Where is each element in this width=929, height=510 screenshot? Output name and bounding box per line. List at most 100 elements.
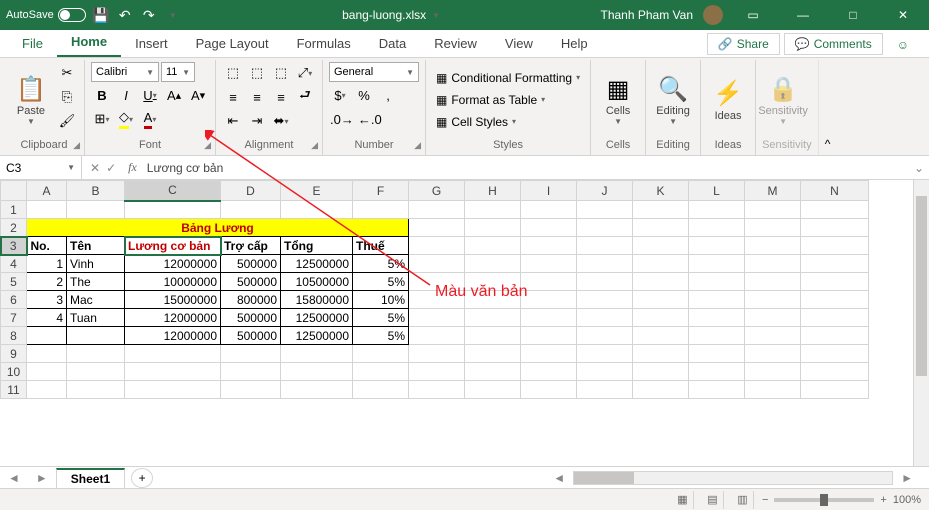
tab-view[interactable]: View [491, 30, 547, 57]
cell-G2[interactable] [409, 219, 465, 237]
bold-button[interactable]: B [91, 84, 113, 106]
cell-E7[interactable]: 12500000 [281, 309, 353, 327]
filename-dropdown-icon[interactable]: ▼ [432, 11, 440, 20]
tab-help[interactable]: Help [547, 30, 602, 57]
cell-H8[interactable] [465, 327, 521, 345]
row-header-3[interactable]: 3 [1, 237, 27, 255]
accounting-format-icon[interactable]: $▾ [329, 84, 351, 106]
cell-M9[interactable] [745, 345, 801, 363]
cell-M2[interactable] [745, 219, 801, 237]
cell-E8[interactable]: 12500000 [281, 327, 353, 345]
cell-K11[interactable] [633, 381, 689, 399]
cell-K10[interactable] [633, 363, 689, 381]
cell-J9[interactable] [577, 345, 633, 363]
cell-B6[interactable]: Mac [67, 291, 125, 309]
cell-B10[interactable] [67, 363, 125, 381]
cell-K5[interactable] [633, 273, 689, 291]
toggle-off-icon[interactable] [58, 8, 86, 22]
cell-F7[interactable]: 5% [353, 309, 409, 327]
zoom-out-icon[interactable]: − [762, 494, 768, 506]
page-break-view-icon[interactable]: ▥ [732, 491, 754, 509]
cell-L4[interactable] [689, 255, 745, 273]
cell-F10[interactable] [353, 363, 409, 381]
merge-center-icon[interactable]: ⬌▾ [270, 110, 292, 132]
cell-E5[interactable]: 10500000 [281, 273, 353, 291]
cell-G3[interactable] [409, 237, 465, 255]
tab-home[interactable]: Home [57, 28, 121, 57]
increase-font-icon[interactable]: A▴ [163, 84, 185, 106]
cell-C3[interactable]: Lương cơ bản [125, 237, 221, 255]
cell-I10[interactable] [521, 363, 577, 381]
clipboard-launcher-icon[interactable]: ◢ [73, 140, 80, 151]
cell-J10[interactable] [577, 363, 633, 381]
cell-M6[interactable] [745, 291, 801, 309]
cell-K3[interactable] [633, 237, 689, 255]
vertical-scrollbar[interactable] [913, 180, 929, 466]
font-size-combo[interactable]: 11▼ [161, 62, 195, 82]
cell-M7[interactable] [745, 309, 801, 327]
cell-A11[interactable] [27, 381, 67, 399]
zoom-slider[interactable] [774, 498, 874, 502]
cell-E10[interactable] [281, 363, 353, 381]
cell-D9[interactable] [221, 345, 281, 363]
cell-J4[interactable] [577, 255, 633, 273]
cell-F3[interactable]: Thuế [353, 237, 409, 255]
row-header-5[interactable]: 5 [1, 273, 27, 291]
cell-E9[interactable] [281, 345, 353, 363]
cell-B5[interactable]: The [67, 273, 125, 291]
cell-N3[interactable] [801, 237, 869, 255]
cell-H11[interactable] [465, 381, 521, 399]
cell-M11[interactable] [745, 381, 801, 399]
align-top-icon[interactable]: ⬚ [222, 62, 244, 84]
cell-A9[interactable] [27, 345, 67, 363]
cell-C6[interactable]: 15000000 [125, 291, 221, 309]
cell-H3[interactable] [465, 237, 521, 255]
align-right-icon[interactable]: ≡ [270, 86, 292, 108]
tab-insert[interactable]: Insert [121, 30, 182, 57]
cell-A4[interactable]: 1 [27, 255, 67, 273]
cell-styles-button[interactable]: ▦Cell Styles▾ [432, 113, 584, 131]
percent-format-icon[interactable]: % [353, 84, 375, 106]
name-box[interactable]: C3▼ [0, 156, 82, 179]
cell-L5[interactable] [689, 273, 745, 291]
cell-M10[interactable] [745, 363, 801, 381]
fx-icon[interactable]: fx [124, 160, 141, 175]
cell-H1[interactable] [465, 201, 521, 219]
sheet-nav-next-icon[interactable]: ► [28, 471, 56, 485]
cell-N11[interactable] [801, 381, 869, 399]
cell-C9[interactable] [125, 345, 221, 363]
cell-A10[interactable] [27, 363, 67, 381]
format-painter-icon[interactable]: 🖌 [56, 110, 78, 132]
cell-L10[interactable] [689, 363, 745, 381]
increase-indent-icon[interactable]: ⇥ [246, 110, 268, 132]
cell-B4[interactable]: Vinh [67, 255, 125, 273]
cell-N10[interactable] [801, 363, 869, 381]
cell-C5[interactable]: 10000000 [125, 273, 221, 291]
zoom-in-icon[interactable]: + [880, 494, 886, 506]
cell-K9[interactable] [633, 345, 689, 363]
cell-I8[interactable] [521, 327, 577, 345]
cell-D8[interactable]: 500000 [221, 327, 281, 345]
cell-C11[interactable] [125, 381, 221, 399]
col-header-E[interactable]: E [281, 181, 353, 201]
cell-A3[interactable]: No. [27, 237, 67, 255]
col-header-C[interactable]: C [125, 181, 221, 201]
cell-B11[interactable] [67, 381, 125, 399]
italic-button[interactable]: I [115, 84, 137, 106]
col-header-K[interactable]: K [633, 181, 689, 201]
cell-M4[interactable] [745, 255, 801, 273]
cell-D6[interactable]: 800000 [221, 291, 281, 309]
cell-K1[interactable] [633, 201, 689, 219]
cell-A6[interactable]: 3 [27, 291, 67, 309]
alignment-launcher-icon[interactable]: ◢ [311, 140, 318, 151]
comma-format-icon[interactable]: , [377, 84, 399, 106]
feedback-button[interactable]: ☺ [887, 35, 919, 55]
cell-I2[interactable] [521, 219, 577, 237]
col-header-N[interactable]: N [801, 181, 869, 201]
cell-B9[interactable] [67, 345, 125, 363]
save-icon[interactable]: 💾 [92, 6, 110, 24]
col-header-H[interactable]: H [465, 181, 521, 201]
cell-title[interactable]: Bảng Lương [27, 219, 409, 237]
collapse-ribbon-icon[interactable]: ^ [819, 60, 837, 155]
cell-L2[interactable] [689, 219, 745, 237]
